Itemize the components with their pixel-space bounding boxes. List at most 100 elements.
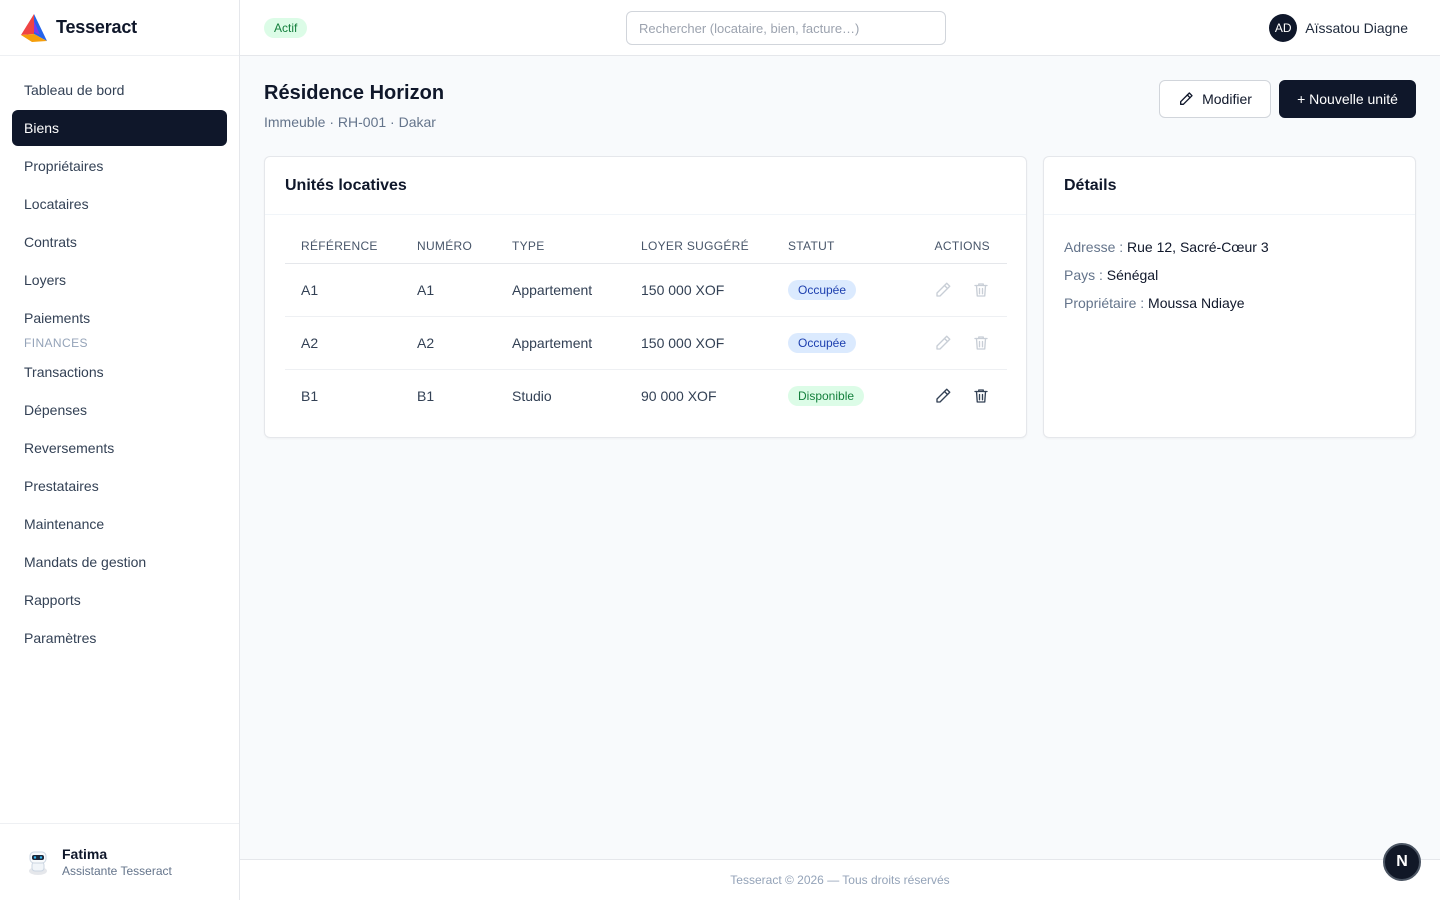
- trash-icon[interactable]: [972, 334, 990, 352]
- detail-value: Rue 12, Sacré-Cœur 3: [1127, 239, 1269, 255]
- robot-avatar-icon: [29, 851, 47, 875]
- sidebar-item-label: Paramètres: [24, 630, 97, 646]
- sidebar-item-transactions[interactable]: Transactions: [12, 354, 227, 390]
- sidebar-item-reversements[interactable]: Reversements: [12, 430, 227, 466]
- detail-country: Pays : Sénégal: [1064, 261, 1395, 289]
- sidebar-item-label: Locataires: [24, 196, 89, 212]
- sidebar-item-label: Tableau de bord: [24, 82, 125, 98]
- detail-label: Pays :: [1064, 267, 1103, 283]
- page-subtitle: Immeuble · RH-001 · Dakar: [264, 114, 436, 130]
- detail-owner: Propriétaire : Moussa Ndiaye: [1064, 289, 1395, 317]
- sidebar-item-label: Propriétaires: [24, 158, 104, 174]
- cell-numero: B1: [417, 387, 435, 404]
- detail-value: Moussa Ndiaye: [1148, 295, 1245, 311]
- floating-action-button[interactable]: N: [1383, 843, 1421, 881]
- sidebar-item-label: Dépenses: [24, 402, 88, 418]
- table-row[interactable]: A1 A1 Appartement 150 000 XOF Occupée: [285, 263, 1007, 317]
- sidebar-item-tableau-de-bord[interactable]: Tableau de bord: [12, 72, 227, 108]
- cell-loyer: 150 000 XOF: [625, 316, 772, 370]
- cell-loyer: 150 000 XOF: [625, 263, 772, 317]
- status-badge: Occupée: [788, 279, 857, 300]
- sidebar-item-label: Paiements: [24, 310, 91, 326]
- brand-name: Tesseract: [56, 17, 137, 37]
- sidebar-item-locataires[interactable]: Locataires: [12, 186, 227, 222]
- assistant-card[interactable]: Fatima Assistante Tesseract: [0, 823, 239, 900]
- sidebar-item-paiements[interactable]: Paiements: [12, 300, 227, 336]
- col-statut[interactable]: STATUT: [772, 229, 892, 264]
- sidebar-item-label: Transactions: [24, 364, 104, 380]
- sidebar-item-label: Maintenance: [24, 516, 105, 532]
- cell-reference: B1: [301, 387, 319, 404]
- details-card-title: Détails: [1044, 157, 1415, 215]
- col-numero[interactable]: NUMÉRO: [401, 229, 496, 264]
- col-type[interactable]: TYPE: [496, 229, 625, 264]
- assistant-name: Fatima: [62, 846, 108, 862]
- sidebar-item-maintenance[interactable]: Maintenance: [12, 506, 227, 542]
- table-row[interactable]: B1 B1 Studio 90 000 XOF Disponible: [285, 369, 1007, 422]
- sidebar-item-contrats[interactable]: Contrats: [12, 224, 227, 260]
- units-card-title: Unités locatives: [265, 157, 1026, 215]
- detail-value: Sénégal: [1106, 267, 1159, 283]
- new-unit-button-label: + Nouvelle unité: [1297, 91, 1398, 107]
- sidebar-nav: Tableau de bord Biens Propriétaires Loca…: [0, 56, 239, 656]
- brand[interactable]: Tesseract: [0, 0, 239, 56]
- detail-label: Adresse :: [1064, 239, 1124, 255]
- trash-icon[interactable]: [972, 281, 990, 299]
- cell-type: Appartement: [496, 316, 625, 370]
- units-table: RÉFÉRENCE NUMÉRO TYPE LOYER SUGGÉRÉ STAT…: [285, 229, 1007, 422]
- detail-address: Adresse : Rue 12, Sacré-Cœur 3: [1064, 233, 1395, 261]
- table-header-row: RÉFÉRENCE NUMÉRO TYPE LOYER SUGGÉRÉ STAT…: [285, 229, 1007, 264]
- pencil-icon[interactable]: [934, 281, 952, 299]
- detail-label: Propriétaire :: [1064, 295, 1145, 311]
- col-actions: ACTIONS: [892, 229, 1007, 264]
- new-unit-button[interactable]: + Nouvelle unité: [1279, 80, 1416, 118]
- sidebar-item-label: Prestataires: [24, 478, 99, 494]
- avatar: AD: [1269, 14, 1298, 42]
- sidebar-item-biens[interactable]: Biens: [12, 110, 227, 146]
- sidebar-item-label: Loyers: [24, 272, 67, 288]
- sidebar-item-depenses[interactable]: Dépenses: [12, 392, 227, 428]
- edit-button[interactable]: Modifier: [1159, 80, 1271, 118]
- cell-numero: A1: [401, 263, 496, 317]
- details-body: Adresse : Rue 12, Sacré-Cœur 3 Pays : Sé…: [1044, 215, 1415, 317]
- sidebar-item-proprietaires[interactable]: Propriétaires: [12, 148, 227, 184]
- cell-loyer: 90 000 XOF: [641, 387, 717, 404]
- tesseract-logo-icon: [21, 13, 47, 42]
- cell-type: Studio: [512, 387, 552, 404]
- pencil-icon: [1180, 92, 1193, 105]
- sidebar-item-label: Contrats: [24, 234, 77, 250]
- sidebar-item-parametres[interactable]: Paramètres: [12, 620, 227, 656]
- status-badge: Occupée: [788, 332, 857, 353]
- details-card: Détails Adresse : Rue 12, Sacré-Cœur 3 P…: [1043, 156, 1416, 438]
- sidebar-item-prestataires[interactable]: Prestataires: [12, 468, 227, 504]
- status-badge: Disponible: [788, 385, 865, 406]
- user-menu[interactable]: AD Aïssatou Diagne: [1269, 14, 1408, 42]
- sidebar-section-finances: FINANCES: [24, 336, 88, 350]
- sidebar-item-label: Reversements: [24, 440, 115, 456]
- sidebar-item-mandats-de-gestion[interactable]: Mandats de gestion: [12, 544, 227, 580]
- pencil-icon[interactable]: [934, 334, 952, 352]
- cell-reference: A2: [285, 316, 401, 370]
- col-reference[interactable]: RÉFÉRENCE: [285, 229, 401, 264]
- sidebar: Tesseract Tableau de bord Biens Propriét…: [0, 0, 240, 900]
- sidebar-item-loyers[interactable]: Loyers: [12, 262, 227, 298]
- user-name: Aïssatou Diagne: [1305, 20, 1408, 36]
- units-card: Unités locatives RÉFÉRENCE NUMÉRO TYPE L…: [264, 156, 1027, 438]
- sidebar-item-label: Biens: [24, 120, 60, 136]
- assistant-role: Assistante Tesseract: [62, 864, 172, 878]
- footer: Tesseract © 2026 — Tous droits réservés: [240, 859, 1440, 900]
- table-row[interactable]: A2 A2 Appartement 150 000 XOF Occupée: [285, 316, 1007, 370]
- status-badge: Actif: [264, 18, 308, 38]
- trash-icon[interactable]: [972, 387, 990, 405]
- col-loyer[interactable]: LOYER SUGGÉRÉ: [625, 229, 772, 264]
- cell-numero: A2: [401, 316, 496, 370]
- pencil-icon[interactable]: [934, 387, 952, 405]
- sidebar-item-label: Mandats de gestion: [24, 554, 147, 570]
- topbar: Actif AD Aïssatou Diagne: [240, 0, 1440, 56]
- search-input[interactable]: [626, 11, 946, 45]
- sidebar-item-rapports[interactable]: Rapports: [12, 582, 227, 618]
- page-title: Résidence Horizon: [264, 82, 445, 104]
- sidebar-item-label: Rapports: [24, 592, 81, 608]
- cell-reference: A1: [285, 263, 401, 317]
- edit-button-label: Modifier: [1202, 91, 1252, 107]
